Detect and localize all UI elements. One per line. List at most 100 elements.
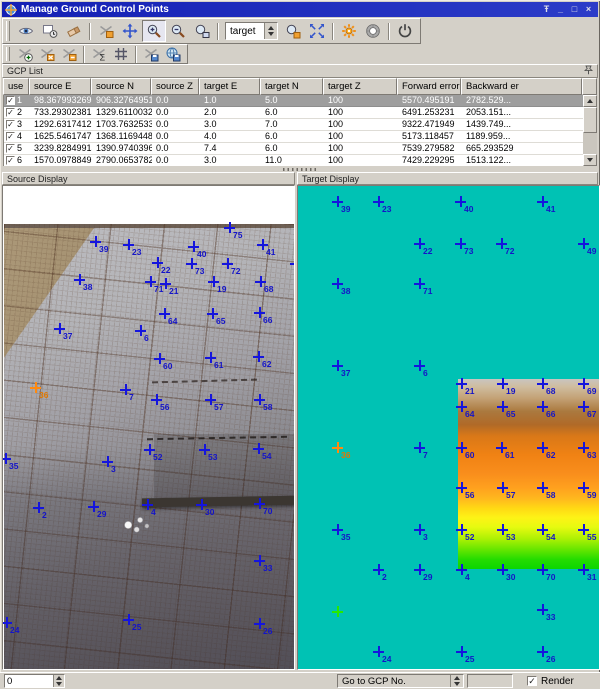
checkbox-checked[interactable]: ✓ [6, 120, 15, 129]
grid-icon [113, 46, 129, 62]
cell: 1.0 [200, 95, 261, 106]
pan-button[interactable] [118, 20, 142, 42]
target-display-canvas[interactable]: 3923404122737249387137621196869646566673… [297, 185, 600, 670]
delete-gcp-button[interactable] [36, 46, 58, 63]
add-gcp-button[interactable] [14, 46, 36, 63]
scrollbar-thumb[interactable] [583, 107, 597, 133]
cell: 3.0 [200, 119, 261, 130]
cut-gcp-button[interactable] [94, 20, 118, 42]
toolbar-drag-handle[interactable] [6, 47, 10, 61]
save-gcp-button[interactable] [140, 46, 162, 63]
toolbar-separator [135, 46, 137, 63]
table-row[interactable]: ✓198.3679932698906.3276495150.01.05.0100… [4, 95, 583, 107]
column-header-target-n[interactable]: target N [260, 78, 323, 95]
checkbox-checked[interactable]: ✓ [6, 156, 15, 165]
cell: 1329.61100321 [92, 107, 152, 118]
use-cell[interactable]: ✓3 [4, 119, 30, 130]
column-header-use[interactable]: use [3, 78, 29, 95]
cell: 0.0 [152, 143, 200, 154]
globe-save-button[interactable] [162, 46, 184, 63]
render-checkbox[interactable]: ✓ [527, 676, 537, 686]
table-row[interactable]: ✓31292.63174121703.763253350.03.07.01009… [4, 119, 583, 131]
use-cell[interactable]: ✓2 [4, 107, 30, 118]
zoom-in-button[interactable] [142, 20, 166, 42]
row-number: 6 [17, 155, 22, 166]
cell: 11.0 [261, 155, 324, 166]
column-header-source-z[interactable]: source Z [151, 78, 199, 95]
title-bar[interactable]: Manage Ground Control Points Ŧ _ □ × [2, 2, 598, 17]
gcp-marker-label: 30 [205, 507, 214, 517]
column-header-source-e[interactable]: source E [29, 78, 91, 95]
use-cell[interactable]: ✓1 [4, 95, 30, 106]
zoom-window-button[interactable] [190, 20, 214, 42]
layers-button[interactable] [38, 20, 62, 42]
cell: 100 [324, 155, 398, 166]
fit-view-button[interactable] [305, 20, 329, 42]
minimize-icon[interactable]: _ [554, 4, 567, 16]
column-header-forward-error[interactable]: Forward error [397, 78, 461, 95]
delete-gcp-icon [39, 46, 55, 62]
goto-gcp-combobox[interactable]: Go to GCP No. [337, 674, 464, 688]
gcp-marker[interactable] [290, 258, 295, 269]
use-cell[interactable]: ✓6 [4, 155, 30, 166]
gcp-marker-label: 59 [587, 490, 596, 500]
remove-gcp-button[interactable] [58, 46, 80, 63]
cell: 0.0 [152, 95, 200, 106]
gcp-marker-label: 71 [423, 286, 432, 296]
toolbar-main: target [2, 18, 421, 44]
column-header-target-e[interactable]: target E [199, 78, 260, 95]
gcp-marker-label: 37 [341, 368, 350, 378]
power-icon [397, 23, 413, 39]
zoom-out-button[interactable] [166, 20, 190, 42]
column-header-backward-er[interactable]: Backward er [461, 78, 582, 95]
eraser-button[interactable] [62, 20, 86, 42]
zoom-in-icon [146, 23, 162, 39]
source-display-canvas[interactable]: 7539234041227372387121196864656637660616… [2, 185, 295, 670]
gcp-marker-label: 58 [546, 490, 555, 500]
scroll-up-icon[interactable] [583, 95, 597, 107]
sigma-gcp-button[interactable]: Σ [88, 46, 110, 63]
gcp-marker-label: 24 [10, 625, 19, 635]
column-header-target-z[interactable]: target Z [323, 78, 397, 95]
shade-icon[interactable]: Ŧ [540, 4, 553, 16]
gcp-marker-label: 61 [505, 450, 514, 460]
globe-save-icon [165, 46, 181, 62]
gcp-number-spinbox[interactable] [4, 674, 65, 688]
zoom-to-gcp-button[interactable] [281, 20, 305, 42]
gcp-marker-label: 35 [341, 532, 350, 542]
use-cell[interactable]: ✓4 [4, 131, 30, 142]
table-row[interactable]: ✓53239.828499131390.974039680.07.46.0100… [4, 143, 583, 155]
scroll-down-icon[interactable] [583, 154, 597, 166]
cell: 2.0 [200, 107, 261, 118]
gcp-number-input[interactable] [5, 675, 53, 687]
table-row[interactable]: ✓2733.2930238131329.611003210.02.06.0100… [4, 107, 583, 119]
checkbox-checked[interactable]: ✓ [6, 132, 15, 141]
power-button[interactable] [393, 20, 417, 42]
eye-icon [18, 23, 34, 39]
close-icon[interactable]: × [582, 4, 595, 16]
settings-gear-button[interactable] [337, 20, 361, 42]
combo-arrows-icon[interactable] [264, 23, 277, 39]
cell: 2790.06537829 [92, 155, 152, 166]
table-scrollbar[interactable] [583, 95, 597, 166]
toolbar-drag-handle[interactable] [6, 21, 10, 41]
checkbox-checked[interactable]: ✓ [6, 96, 15, 105]
grid-button[interactable] [110, 46, 132, 63]
eraser-icon [66, 23, 82, 39]
table-row[interactable]: ✓41625.546174721368.116944820.04.06.0100… [4, 131, 583, 143]
maximize-icon[interactable]: □ [568, 4, 581, 16]
checkbox-checked[interactable]: ✓ [6, 144, 15, 153]
checkbox-checked[interactable]: ✓ [6, 108, 15, 117]
spinner-arrows-icon[interactable] [53, 675, 64, 687]
help-ring-button[interactable] [361, 20, 385, 42]
pin-icon[interactable] [584, 65, 593, 77]
column-header-source-n[interactable]: source N [91, 78, 151, 95]
eye-button[interactable] [14, 20, 38, 42]
table-row[interactable]: ✓61570.097884972790.065378290.03.011.010… [4, 155, 583, 166]
gcp-marker[interactable] [332, 606, 343, 617]
use-cell[interactable]: ✓5 [4, 143, 30, 154]
cell: 1292.6317412 [30, 119, 92, 130]
render-toggle[interactable]: ✓ Render [527, 674, 574, 688]
combo-arrows-icon[interactable] [450, 675, 463, 687]
target-select[interactable]: target [225, 22, 278, 40]
